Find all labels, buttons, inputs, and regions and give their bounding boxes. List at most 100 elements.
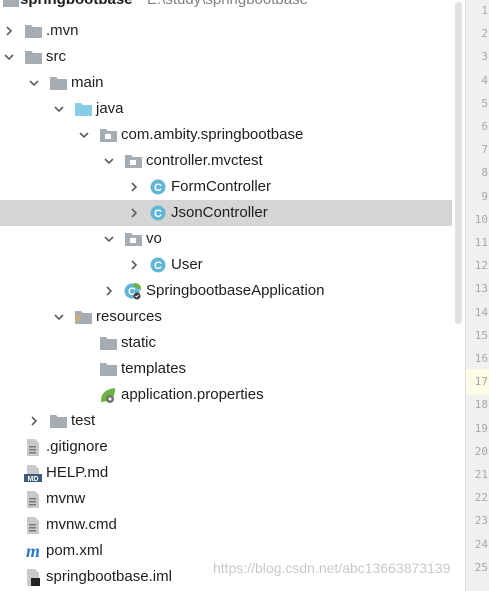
spring-class-icon: C <box>124 282 142 300</box>
folder-icon <box>49 74 67 92</box>
tree-row-application-properties[interactable]: application.properties <box>0 382 465 408</box>
expand-arrow-icon[interactable] <box>126 200 142 226</box>
tree-row-main[interactable]: main <box>0 70 465 96</box>
tree-row-gitignore[interactable]: .gitignore <box>0 434 465 460</box>
tree-row-project-root[interactable]: springbootbase E:\study\springbootbase <box>0 0 465 13</box>
tree-row-package-controller[interactable]: controller.mvctest <box>0 148 465 174</box>
tree-item-label: main <box>71 74 104 91</box>
tree-item-label: controller.mvctest <box>146 152 263 169</box>
collapse-arrow-icon[interactable] <box>101 226 117 252</box>
tree-item-label: HELP.md <box>46 464 109 481</box>
file-icon <box>24 438 42 456</box>
tree-item-label: test <box>71 412 96 429</box>
line-number: 10 <box>474 212 488 226</box>
tree-row-package-vo[interactable]: vo <box>0 226 465 252</box>
collapse-arrow-icon[interactable] <box>51 304 67 330</box>
class-icon: C <box>149 256 167 274</box>
tree-item-label: mvnw <box>46 490 86 507</box>
tree-row-mvn[interactable]: .mvn <box>0 18 465 44</box>
project-folder-icon <box>2 0 20 9</box>
line-number: 18 <box>474 398 488 412</box>
folder-icon <box>49 412 67 430</box>
tree-row-jsoncontroller[interactable]: C JsonController <box>0 200 465 226</box>
package-icon <box>124 230 142 248</box>
tree-item-label: .gitignore <box>46 438 108 455</box>
line-number: 14 <box>474 305 488 319</box>
collapse-arrow-icon[interactable] <box>51 96 67 122</box>
maven-file-icon: m <box>24 542 42 560</box>
tree-item-label: User <box>171 256 203 273</box>
tree-row-package-springbootbase[interactable]: com.ambity.springbootbase <box>0 122 465 148</box>
expand-arrow-icon[interactable] <box>126 174 142 200</box>
project-tree: springbootbase E:\study\springbootbase .… <box>0 0 465 591</box>
tree-row-mvnw-cmd[interactable]: mvnw.cmd <box>0 512 465 538</box>
line-number: 20 <box>474 444 488 458</box>
svg-text:C: C <box>154 182 162 194</box>
tree-row-help-md[interactable]: MD HELP.md <box>0 460 465 486</box>
tree-row-mvnw[interactable]: mvnw <box>0 486 465 512</box>
tree-item-label: vo <box>146 230 162 247</box>
expand-arrow-icon[interactable] <box>126 252 142 278</box>
collapse-arrow-icon[interactable] <box>76 122 92 148</box>
line-number: 4 <box>481 73 488 87</box>
tree-item-label: mvnw.cmd <box>46 516 117 533</box>
tree-scrollbar-thumb[interactable] <box>455 2 462 324</box>
line-number: 6 <box>481 120 488 133</box>
line-number: 12 <box>474 259 488 273</box>
expand-arrow-icon[interactable] <box>26 408 42 434</box>
collapse-arrow-icon[interactable] <box>101 148 117 174</box>
line-number: 22 <box>474 491 488 505</box>
tree-item-label: pom.xml <box>46 542 103 559</box>
file-icon <box>24 490 42 508</box>
tree-item-label: .mvn <box>46 22 79 39</box>
line-number: 5 <box>481 96 488 110</box>
tree-row-user[interactable]: C User <box>0 252 465 278</box>
editor-gutter: 1 2 3 4 5 6 7 8 9 10 11 12 13 14 15 16 17 18 19 20 21 22 23 24 2… <box>465 0 489 591</box>
tree-row-application-class[interactable]: C SpringbootbaseApplication <box>0 278 465 304</box>
line-number: 7 <box>481 143 488 157</box>
line-number: 9 <box>481 189 488 203</box>
tree-item-label: resources <box>96 308 162 325</box>
tree-row-static[interactable]: static <box>0 330 465 356</box>
line-number: 25 <box>474 560 488 574</box>
line-number: 3 <box>481 50 488 64</box>
expand-arrow-icon[interactable] <box>1 18 17 44</box>
folder-icon <box>24 22 42 40</box>
line-number: 15 <box>474 328 488 342</box>
tree-item-label: SpringbootbaseApplication <box>146 282 325 299</box>
line-number: 2 <box>481 27 488 41</box>
tree-item-label: application.properties <box>121 386 264 403</box>
package-icon <box>124 152 142 170</box>
class-icon: C <box>149 178 167 196</box>
package-icon <box>99 126 117 144</box>
watermark: https://blog.csdn.net/abc13663873139 <box>213 560 451 576</box>
class-icon: C <box>149 204 167 222</box>
folder-icon <box>99 334 117 352</box>
file-icon <box>24 516 42 534</box>
tree-row-resources[interactable]: resources <box>0 304 465 330</box>
tree-item-label: src <box>46 48 66 65</box>
iml-file-icon <box>24 568 42 586</box>
line-number: 17 <box>474 375 488 389</box>
folder-icon <box>24 48 42 66</box>
tree-row-formcontroller[interactable]: C FormController <box>0 174 465 200</box>
collapse-arrow-icon[interactable] <box>1 44 17 70</box>
line-number: 24 <box>474 537 488 551</box>
folder-icon <box>99 360 117 378</box>
project-path: E:\study\springbootbase <box>147 0 308 13</box>
collapse-arrow-icon[interactable] <box>26 70 42 96</box>
svg-text:MD: MD <box>28 476 39 482</box>
tree-item-label: templates <box>121 360 187 377</box>
expand-arrow-icon[interactable] <box>101 278 117 304</box>
line-number: 19 <box>474 421 488 435</box>
tree-row-src[interactable]: src <box>0 44 465 70</box>
tree-row-java[interactable]: java <box>0 96 465 122</box>
line-number: 21 <box>474 468 488 481</box>
tree-row-test[interactable]: test <box>0 408 465 434</box>
tree-row-templates[interactable]: templates <box>0 356 465 382</box>
line-number: 13 <box>474 282 488 296</box>
line-number: 23 <box>474 514 488 528</box>
markdown-file-icon: MD <box>24 464 42 482</box>
svg-text:C: C <box>154 208 162 220</box>
tree-item-label: JsonController <box>171 204 268 221</box>
